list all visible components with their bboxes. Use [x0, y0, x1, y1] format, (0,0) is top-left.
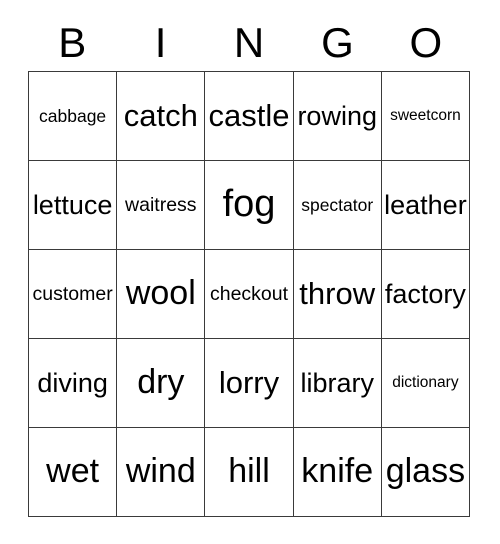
bingo-cell-label: wool — [125, 274, 196, 313]
bingo-cell[interactable]: sweetcorn — [381, 72, 471, 161]
bingo-cell[interactable]: knife — [293, 428, 382, 517]
bingo-cell-label: rowing — [297, 100, 377, 131]
bingo-cell-label: fog — [222, 183, 276, 226]
bingo-header-letter-b: B — [58, 18, 87, 66]
bingo-cell[interactable]: catch — [117, 72, 206, 161]
bingo-cell[interactable]: customer — [29, 250, 118, 339]
bingo-cell-label: wet — [46, 452, 100, 491]
bingo-cell[interactable]: rowing — [293, 72, 382, 161]
bingo-cell-label: waitress — [125, 193, 197, 216]
bingo-row: lettuce waitress fog spectator leather — [29, 161, 471, 250]
bingo-cell[interactable]: factory — [381, 250, 471, 339]
bingo-header-letter-n: N — [233, 18, 265, 66]
bingo-cell-label: spectator — [301, 194, 374, 215]
bingo-cell-label: cabbage — [39, 105, 107, 126]
bingo-cell[interactable]: dictionary — [381, 339, 471, 428]
bingo-grid: cabbage catch castle rowing sweetcorn le… — [28, 71, 471, 517]
bingo-header-letter-i: I — [154, 18, 167, 66]
bingo-cell-label: glass — [385, 452, 466, 491]
bingo-cell[interactable]: wool — [117, 250, 206, 339]
bingo-cell-label: customer — [32, 282, 113, 305]
bingo-cell-label: lorry — [218, 364, 280, 400]
bingo-header-letter-g: G — [321, 18, 354, 66]
bingo-cell[interactable]: diving — [29, 339, 118, 428]
bingo-cell-label: leather — [384, 189, 467, 220]
bingo-cell[interactable]: leather — [381, 161, 471, 250]
bingo-cell[interactable]: library — [293, 339, 382, 428]
bingo-row: diving dry lorry library dictionary — [29, 339, 471, 428]
bingo-cell[interactable]: spectator — [293, 161, 382, 250]
bingo-header: B I N G O — [28, 14, 470, 71]
bingo-cell-label: checkout — [209, 282, 289, 305]
bingo-row: wet wind hill knife glass — [29, 428, 471, 517]
bingo-cell-label: hill — [228, 452, 270, 491]
bingo-cell[interactable]: throw — [293, 250, 382, 339]
bingo-cell-label: dictionary — [392, 373, 459, 391]
bingo-cell[interactable]: hill — [205, 428, 294, 517]
bingo-cell[interactable]: castle — [205, 72, 294, 161]
bingo-cell[interactable]: fog — [205, 161, 294, 250]
bingo-cell-label: dry — [137, 363, 185, 402]
bingo-cell-label: library — [300, 367, 374, 398]
bingo-cell-label: catch — [123, 97, 198, 133]
bingo-cell-label: wind — [125, 452, 196, 491]
bingo-cell-label: factory — [384, 278, 466, 309]
bingo-card: B I N G O cabbage catch castle rowing sw… — [28, 14, 471, 517]
bingo-cell[interactable]: lorry — [205, 339, 294, 428]
bingo-cell-label: diving — [37, 367, 108, 398]
bingo-row: customer wool checkout throw factory — [29, 250, 471, 339]
bingo-cell[interactable]: lettuce — [29, 161, 118, 250]
bingo-cell[interactable]: wind — [117, 428, 206, 517]
bingo-cell[interactable]: wet — [29, 428, 118, 517]
bingo-cell-label: knife — [301, 452, 374, 491]
bingo-row: cabbage catch castle rowing sweetcorn — [29, 72, 471, 161]
bingo-header-letter-o: O — [409, 18, 443, 66]
bingo-cell[interactable]: checkout — [205, 250, 294, 339]
bingo-cell[interactable]: dry — [117, 339, 206, 428]
bingo-cell-label: lettuce — [32, 189, 113, 220]
bingo-cell-label: castle — [208, 97, 290, 133]
bingo-cell[interactable]: waitress — [117, 161, 206, 250]
bingo-cell[interactable]: glass — [381, 428, 471, 517]
bingo-cell[interactable]: cabbage — [29, 72, 118, 161]
bingo-cell-label: sweetcorn — [390, 106, 461, 124]
bingo-cell-label: throw — [299, 275, 376, 311]
